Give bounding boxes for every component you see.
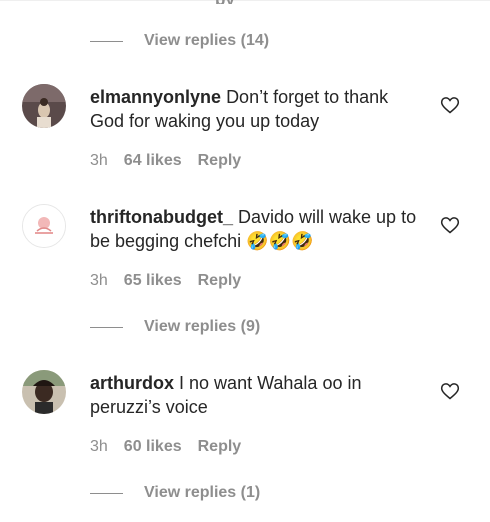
heart-icon[interactable] bbox=[440, 381, 460, 401]
comment-text: elmannyonlyne Don’t forget to thank God … bbox=[90, 85, 420, 133]
comment-meta: 3h 65 likes Reply bbox=[90, 272, 241, 290]
view-replies-label: View replies (9) bbox=[144, 318, 261, 335]
likes-count[interactable]: 64 likes bbox=[124, 152, 182, 170]
comment-meta: 3h 64 likes Reply bbox=[90, 152, 241, 170]
avatar[interactable] bbox=[22, 370, 66, 414]
timestamp: 3h bbox=[90, 272, 108, 289]
reply-thread-line bbox=[90, 492, 123, 494]
likes-count[interactable]: 65 likes bbox=[124, 272, 182, 290]
avatar[interactable] bbox=[22, 84, 66, 128]
heart-icon[interactable] bbox=[440, 215, 460, 235]
username[interactable]: elmannyonlyne bbox=[90, 87, 221, 107]
timestamp: 3h bbox=[90, 152, 108, 169]
comment-meta: 3h 60 likes Reply bbox=[90, 438, 241, 456]
divider bbox=[0, 0, 490, 1]
view-replies-label: View replies (14) bbox=[144, 32, 270, 49]
reply-thread-line bbox=[90, 40, 123, 42]
reply-button[interactable]: Reply bbox=[198, 152, 242, 170]
comment-text: thriftonabudget_ Davido will wake up to … bbox=[90, 205, 420, 253]
timestamp: 3h bbox=[90, 438, 108, 455]
view-replies-button[interactable]: View replies (9) bbox=[90, 316, 260, 338]
view-replies-button[interactable]: View replies (1) bbox=[90, 482, 260, 504]
likes-count[interactable]: 60 likes bbox=[124, 438, 182, 456]
reply-button[interactable]: Reply bbox=[198, 438, 242, 456]
view-replies-label: View replies (1) bbox=[144, 484, 261, 501]
username[interactable]: arthurdox bbox=[90, 373, 174, 393]
reply-thread-line bbox=[90, 326, 123, 328]
truncated-reply-label: py bbox=[215, 0, 241, 4]
avatar[interactable] bbox=[22, 204, 66, 248]
view-replies-button[interactable]: View replies (14) bbox=[90, 30, 269, 52]
heart-icon[interactable] bbox=[440, 95, 460, 115]
username[interactable]: thriftonabudget_ bbox=[90, 207, 233, 227]
laughing-emoji-icon: 🤣🤣🤣 bbox=[246, 231, 314, 251]
comment-text: arthurdox I no want Wahala oo in peruzzi… bbox=[90, 371, 420, 419]
reply-button[interactable]: Reply bbox=[198, 272, 242, 290]
